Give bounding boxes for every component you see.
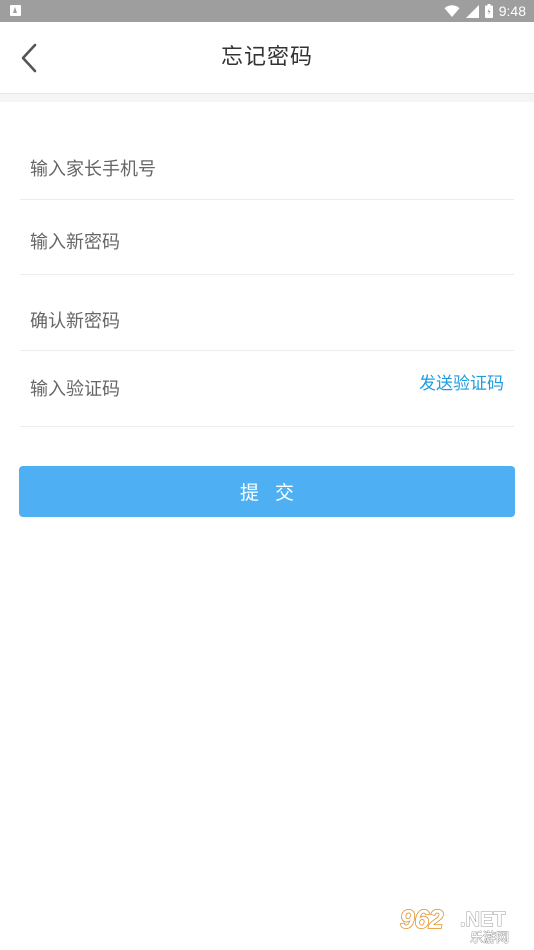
site-watermark-logo: 962 .NET 乐游网 (399, 903, 509, 944)
app-notification-icon (10, 5, 21, 16)
confirm-password-input[interactable] (20, 306, 390, 336)
phone-input[interactable] (20, 154, 390, 184)
header-divider (0, 94, 534, 102)
confirm-password-row (20, 275, 514, 351)
watermark-suffix: .NET (460, 909, 506, 931)
status-indicators: 9:48 (444, 0, 526, 22)
watermark-number: 962 (400, 904, 444, 934)
signal-icon (465, 4, 479, 18)
reset-password-form: 发送验证码 (20, 102, 514, 427)
submit-button[interactable]: 提交 (19, 466, 515, 517)
wifi-icon (444, 4, 460, 17)
send-code-button[interactable]: 发送验证码 (419, 369, 504, 399)
watermark-cn: 乐游网 (470, 931, 509, 944)
battery-icon (484, 4, 493, 18)
new-password-input[interactable] (20, 227, 390, 257)
page-title: 忘记密码 (220, 45, 313, 70)
status-bar: 9:48 (0, 0, 534, 22)
status-time: 9:48 (498, 3, 526, 19)
app-header: 忘记密码 (0, 22, 534, 94)
new-password-row (20, 200, 514, 275)
phone-row (20, 102, 514, 200)
verification-code-row: 发送验证码 (20, 351, 514, 427)
verification-code-input[interactable] (20, 374, 330, 404)
